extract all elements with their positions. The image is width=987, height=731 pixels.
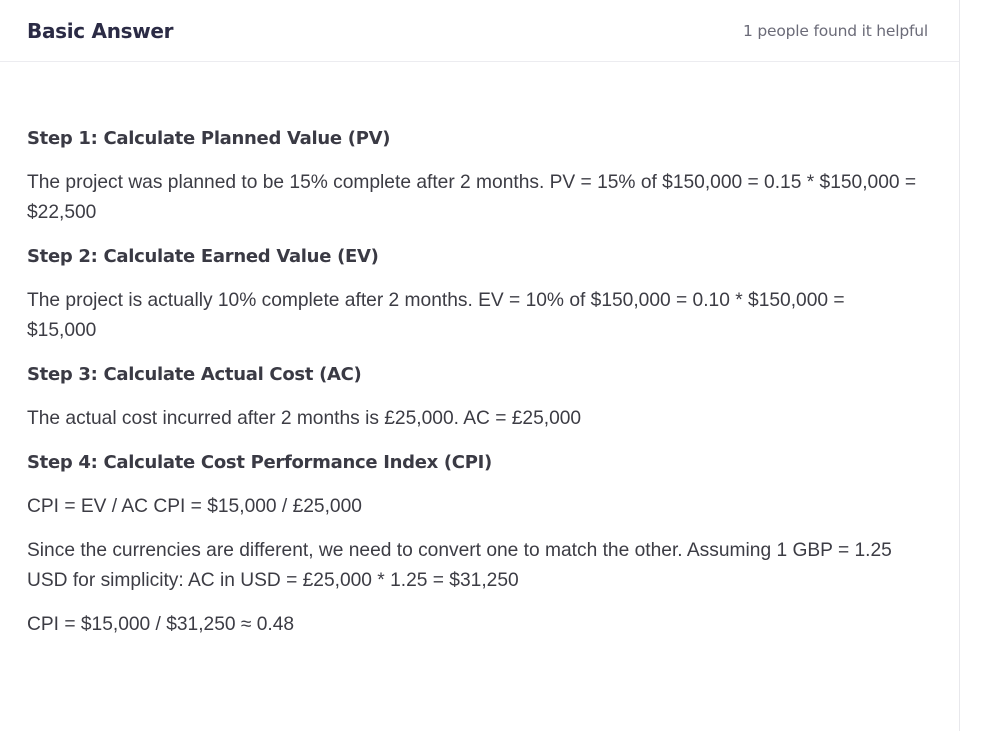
step-paragraph: The project was planned to be 15% comple… — [27, 172, 917, 223]
step-heading: Step 4: Calculate Cost Performance Index… — [27, 452, 492, 473]
answer-header: Basic Answer 1 people found it helpful — [0, 0, 959, 62]
step-paragraph: The project is actually 10% complete aft… — [27, 290, 845, 341]
helpful-count: 1 people found it helpful — [742, 21, 928, 40]
step-heading: Step 2: Calculate Earned Value (EV) — [27, 246, 379, 267]
step-4: Step 4: Calculate Cost Performance Index… — [27, 450, 919, 640]
page-gutter — [961, 0, 987, 731]
answer-card: Basic Answer 1 people found it helpful S… — [0, 0, 960, 731]
step-2: Step 2: Calculate Earned Value (EV) The … — [27, 244, 919, 346]
step-3: Step 3: Calculate Actual Cost (AC) The a… — [27, 362, 919, 434]
step-heading: Step 1: Calculate Planned Value (PV) — [27, 128, 391, 149]
step-paragraph: CPI = $15,000 / $31,250 ≈ 0.48 — [27, 614, 295, 635]
answer-title: Basic Answer — [27, 18, 174, 43]
step-1: Step 1: Calculate Planned Value (PV) The… — [27, 126, 919, 228]
step-paragraph: Since the currencies are different, we n… — [27, 540, 892, 591]
step-heading: Step 3: Calculate Actual Cost (AC) — [27, 364, 362, 385]
answer-body: Step 1: Calculate Planned Value (PV) The… — [0, 62, 959, 640]
step-paragraph: CPI = EV / AC CPI = $15,000 / £25,000 — [27, 496, 362, 517]
step-paragraph: The actual cost incurred after 2 months … — [27, 408, 582, 429]
